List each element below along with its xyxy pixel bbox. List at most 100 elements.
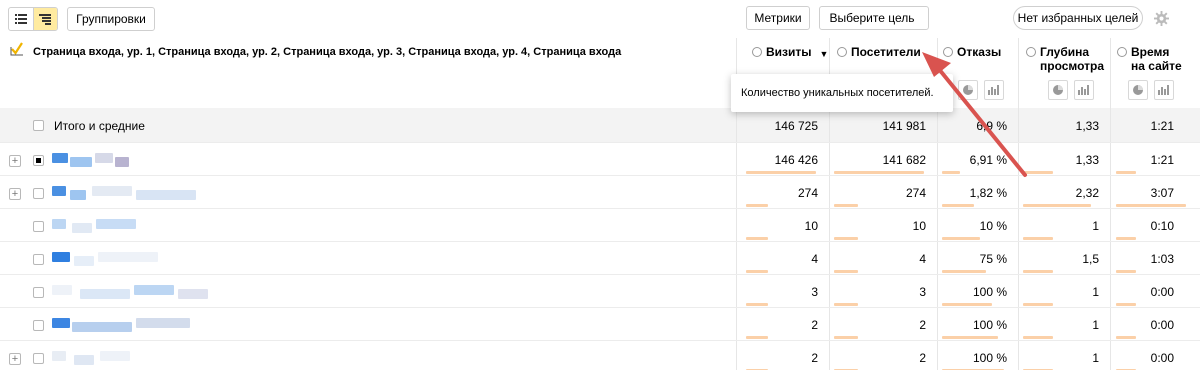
grouping-title: Страница входа, ур. 1, Страница входа, у… bbox=[33, 46, 622, 58]
tree-icon bbox=[39, 13, 52, 25]
table-row[interactable]: +274 274 1,82 % 2,32 3:07 bbox=[0, 175, 1200, 208]
checkmark-icon[interactable] bbox=[10, 42, 24, 56]
column-visits[interactable]: Визиты ▼ bbox=[752, 45, 828, 61]
pixelated-page-name bbox=[52, 285, 72, 295]
row-checkbox[interactable] bbox=[33, 287, 44, 298]
row-checkbox[interactable] bbox=[33, 221, 44, 232]
value-bar bbox=[834, 270, 858, 273]
value-bar bbox=[1116, 204, 1186, 207]
total-depth: 1,33 bbox=[1075, 119, 1099, 133]
column-divider bbox=[1018, 38, 1019, 108]
row-bounce: 100 % bbox=[972, 318, 1007, 332]
row-bounce: 75 % bbox=[979, 252, 1007, 266]
info-icon[interactable] bbox=[752, 47, 762, 57]
row-visitors: 3 bbox=[919, 285, 926, 299]
value-bar bbox=[1023, 171, 1053, 174]
info-icon[interactable] bbox=[943, 47, 953, 57]
table-row[interactable]: +146 426 141 682 6,91 % 1,33 1:21 bbox=[0, 142, 1200, 175]
pixelated-page-name bbox=[72, 223, 92, 233]
column-depth[interactable]: Глубина просмотра bbox=[1026, 45, 1104, 73]
value-bar bbox=[746, 171, 816, 174]
row-bounce: 6,91 % bbox=[969, 153, 1007, 167]
pie-chart-button[interactable] bbox=[958, 80, 978, 100]
column-visitors-label: Посетители bbox=[851, 45, 921, 59]
bounce-chart-controls bbox=[958, 80, 1004, 100]
expand-row-button[interactable]: + bbox=[9, 155, 21, 167]
pixelated-page-name bbox=[52, 219, 66, 229]
list-icon bbox=[14, 14, 27, 24]
bar-chart-button[interactable] bbox=[1074, 80, 1094, 100]
pixelated-page-name bbox=[52, 153, 68, 163]
pixelated-page-name bbox=[80, 289, 130, 299]
bar-chart-button[interactable] bbox=[984, 80, 1004, 100]
value-bar bbox=[834, 303, 858, 306]
row-checkbox[interactable] bbox=[33, 155, 44, 166]
table-row[interactable]: 10 10 10 % 1 0:10 bbox=[0, 208, 1200, 241]
bar-chart-icon bbox=[988, 85, 999, 95]
pixelated-page-name bbox=[95, 153, 113, 163]
row-visitors: 2 bbox=[919, 351, 926, 365]
value-bar bbox=[1116, 270, 1136, 273]
value-bar bbox=[1116, 336, 1136, 339]
favorite-goals-button[interactable]: Нет избранных целей bbox=[1013, 6, 1143, 30]
value-bar bbox=[746, 237, 768, 240]
column-bounce[interactable]: Отказы bbox=[943, 45, 1001, 59]
expand-row-button[interactable]: + bbox=[9, 353, 21, 365]
total-checkbox[interactable] bbox=[33, 120, 44, 131]
pixelated-page-name bbox=[136, 318, 190, 328]
value-bar bbox=[942, 270, 986, 273]
pixelated-page-name bbox=[74, 355, 94, 365]
column-time-label: Время на сайте bbox=[1131, 45, 1182, 73]
view-toggle bbox=[8, 7, 58, 31]
row-time: 0:00 bbox=[1150, 351, 1174, 365]
value-bar bbox=[746, 204, 768, 207]
bar-chart-icon bbox=[1078, 85, 1089, 95]
row-visitors: 2 bbox=[919, 318, 926, 332]
row-checkbox[interactable] bbox=[33, 254, 44, 265]
row-checkbox[interactable] bbox=[33, 320, 44, 331]
row-visits: 3 bbox=[811, 285, 818, 299]
row-checkbox[interactable] bbox=[33, 188, 44, 199]
total-bounce: 6,9 % bbox=[976, 119, 1007, 133]
info-icon[interactable] bbox=[837, 47, 847, 57]
row-depth: 1 bbox=[1092, 285, 1099, 299]
table-row[interactable]: +2 2 100 % 1 0:00 bbox=[0, 340, 1200, 370]
pie-chart-button[interactable] bbox=[1128, 80, 1148, 100]
row-checkbox[interactable] bbox=[33, 353, 44, 364]
value-bar bbox=[1116, 303, 1136, 306]
pixelated-page-name bbox=[92, 186, 132, 196]
pixelated-page-name bbox=[115, 157, 129, 167]
pie-chart-icon bbox=[963, 85, 973, 95]
sort-desc-icon[interactable]: ▼ bbox=[820, 47, 829, 61]
column-visitors[interactable]: Посетители bbox=[837, 45, 921, 59]
value-bar bbox=[942, 336, 998, 339]
row-time: 0:00 bbox=[1150, 318, 1174, 332]
pixelated-page-name bbox=[52, 186, 66, 196]
expand-row-button[interactable]: + bbox=[9, 188, 21, 200]
pixelated-page-name bbox=[96, 219, 136, 229]
column-time[interactable]: Время на сайте bbox=[1117, 45, 1182, 73]
total-row: Итого и средние 146 725 141 981 6,9 % 1,… bbox=[0, 108, 1200, 142]
info-icon[interactable] bbox=[1117, 47, 1127, 57]
pie-chart-button[interactable] bbox=[1048, 80, 1068, 100]
table-row[interactable]: 3 3 100 % 1 0:00 bbox=[0, 274, 1200, 307]
pixelated-page-name bbox=[52, 351, 66, 361]
row-depth: 1,5 bbox=[1082, 252, 1099, 266]
bar-chart-icon bbox=[1158, 85, 1169, 95]
gear-icon[interactable] bbox=[1154, 11, 1169, 26]
list-view-button[interactable] bbox=[9, 8, 33, 30]
row-visitors: 274 bbox=[905, 186, 926, 200]
table-row[interactable]: 4 4 75 % 1,5 1:03 bbox=[0, 241, 1200, 274]
goal-select[interactable]: Выберите цель bbox=[819, 6, 929, 30]
metrics-button[interactable]: Метрики bbox=[746, 6, 810, 30]
bar-chart-button[interactable] bbox=[1154, 80, 1174, 100]
groupings-button[interactable]: Группировки bbox=[67, 7, 155, 31]
pixelated-page-name bbox=[134, 285, 174, 295]
row-depth: 1 bbox=[1092, 219, 1099, 233]
table-row[interactable]: 2 2 100 % 1 0:00 bbox=[0, 307, 1200, 340]
column-depth-label: Глубина просмотра bbox=[1040, 45, 1105, 73]
pixelated-page-name bbox=[74, 256, 94, 266]
pixelated-page-name bbox=[136, 190, 196, 200]
tree-view-button[interactable] bbox=[32, 8, 57, 30]
info-icon[interactable] bbox=[1026, 47, 1036, 57]
